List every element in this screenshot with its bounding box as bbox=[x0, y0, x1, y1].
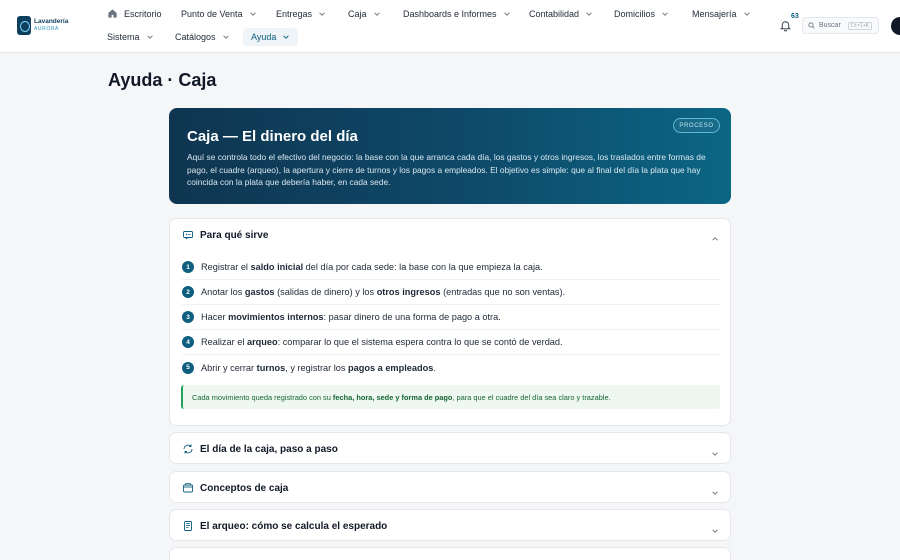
step-number: 3 bbox=[182, 311, 194, 323]
list-item: 1 Registrar el saldo inicial del día por… bbox=[182, 255, 720, 280]
hero-description: Aquí se controla todo el efectivo del ne… bbox=[187, 152, 706, 187]
chevron-down-icon[interactable] bbox=[711, 522, 719, 533]
refresh-icon bbox=[183, 444, 193, 454]
step-number: 5 bbox=[182, 361, 194, 374]
chevron-up-icon[interactable] bbox=[711, 230, 719, 241]
search-label: Buscar bbox=[819, 22, 841, 29]
list-item-text: Registrar el saldo inicial del día por c… bbox=[201, 262, 543, 272]
chevron-down-icon bbox=[249, 10, 257, 18]
list-item-text: Realizar el arqueo: comparar lo que el s… bbox=[201, 337, 563, 347]
chevron-down-icon bbox=[222, 33, 230, 41]
nav-ayuda[interactable]: Ayuda bbox=[243, 28, 299, 46]
nav-mensajeria[interactable]: Mensajería bbox=[692, 5, 751, 23]
section-purpose-title: Para qué sirve bbox=[200, 229, 269, 241]
process-badge: PROCESO bbox=[673, 118, 720, 133]
chat-icon bbox=[183, 231, 193, 240]
list-item-text: Anotar los gastos (salidas de dinero) y … bbox=[201, 287, 566, 297]
home-icon bbox=[107, 8, 118, 21]
purpose-list: 1 Registrar el saldo inicial del día por… bbox=[182, 255, 720, 380]
section-concepts-title: Conceptos de caja bbox=[200, 482, 289, 494]
section-concepts-header[interactable]: Conceptos de caja bbox=[182, 472, 288, 504]
info-note-text: Cada movimiento queda registrado con su … bbox=[192, 392, 611, 402]
list-item-text: Hacer movimientos internos: pasar dinero… bbox=[201, 312, 501, 322]
nav-caja[interactable]: Caja bbox=[348, 5, 381, 23]
nav-ayuda-label: Ayuda bbox=[251, 32, 277, 42]
chevron-down-icon[interactable] bbox=[711, 445, 719, 456]
nav-contabilidad-label: Contabilidad bbox=[529, 9, 580, 19]
nav-entregas-label: Entregas bbox=[276, 9, 313, 19]
chevron-down-icon bbox=[282, 33, 290, 41]
hero-banner: Caja — El dinero del día Aquí se control… bbox=[169, 108, 731, 204]
section-purpose-header[interactable]: Para qué sirve bbox=[182, 219, 268, 251]
top-navbar: Lavandería AURORA Escritorio Punto de Ve… bbox=[0, 0, 900, 53]
nav-sistema[interactable]: Sistema bbox=[107, 28, 154, 46]
section-purpose: Para qué sirve 1 Registrar el saldo inic… bbox=[169, 218, 731, 426]
nav-punto-de-venta-label: Punto de Venta bbox=[181, 9, 243, 19]
section-arqueo-header[interactable]: El arqueo: cómo se calcula el esperado bbox=[182, 510, 387, 542]
section-arqueo[interactable]: El arqueo: cómo se calcula el esperado bbox=[169, 509, 731, 541]
nav-dashboards[interactable]: Dashboards e Informes bbox=[403, 5, 511, 23]
chevron-down-icon bbox=[318, 10, 326, 18]
chevron-down-icon bbox=[743, 10, 751, 18]
search-shortcut: Ctrl+K bbox=[847, 21, 872, 30]
notifications-button[interactable] bbox=[779, 19, 792, 32]
chevron-down-icon[interactable] bbox=[711, 484, 719, 495]
info-note: Cada movimiento queda registrado con su … bbox=[181, 385, 720, 409]
nav-punto-de-venta[interactable]: Punto de Venta bbox=[181, 5, 257, 23]
nav-domicilios-label: Domicilios bbox=[614, 9, 656, 19]
page-title: Ayuda · Caja bbox=[108, 70, 217, 90]
brand-sub: AURORA bbox=[34, 25, 59, 32]
chevron-down-icon bbox=[146, 33, 154, 41]
nav-escritorio[interactable]: Escritorio bbox=[107, 5, 162, 23]
section-concepts[interactable]: Conceptos de caja bbox=[169, 471, 731, 503]
list-item-text: Abrir y cerrar turnos, y registrar los p… bbox=[201, 362, 436, 373]
nav-contabilidad[interactable]: Contabilidad bbox=[529, 5, 593, 23]
bell-icon bbox=[779, 21, 792, 32]
search-icon bbox=[808, 22, 815, 29]
calculator-icon bbox=[184, 521, 192, 531]
section-arqueo-title: El arqueo: cómo se calcula el esperado bbox=[200, 520, 388, 532]
notification-count-badge: 63 bbox=[791, 13, 799, 20]
nav-sistema-label: Sistema bbox=[107, 32, 140, 42]
brand-logo[interactable]: Lavandería AURORA bbox=[17, 16, 68, 35]
step-number: 4 bbox=[182, 336, 194, 348]
hero-title: Caja — El dinero del día bbox=[187, 128, 358, 145]
list-item: 4 Realizar el arqueo: comparar lo que el… bbox=[182, 330, 720, 355]
chevron-down-icon bbox=[661, 10, 669, 18]
nav-dashboards-label: Dashboards e Informes bbox=[403, 9, 497, 19]
section-next[interactable] bbox=[169, 547, 731, 560]
list-item: 2 Anotar los gastos (salidas de dinero) … bbox=[182, 280, 720, 305]
nav-catalogos-label: Catálogos bbox=[175, 32, 216, 42]
list-item: 3 Hacer movimientos internos: pasar dine… bbox=[182, 305, 720, 330]
nav-mensajeria-label: Mensajería bbox=[692, 9, 737, 19]
section-day-header[interactable]: El día de la caja, paso a paso bbox=[182, 433, 338, 465]
nav-catalogos[interactable]: Catálogos bbox=[175, 28, 230, 46]
search-button[interactable]: Buscar Ctrl+K bbox=[802, 17, 879, 34]
brand-name: Lavandería bbox=[34, 18, 69, 26]
nav-entregas[interactable]: Entregas bbox=[276, 5, 326, 23]
avatar[interactable] bbox=[891, 17, 900, 35]
step-number: 2 bbox=[182, 286, 194, 298]
list-item: 5 Abrir y cerrar turnos, y registrar los… bbox=[182, 355, 720, 380]
chevron-down-icon bbox=[373, 10, 381, 18]
step-number: 1 bbox=[182, 261, 194, 273]
nav-caja-label: Caja bbox=[348, 9, 367, 19]
wallet-icon bbox=[183, 483, 193, 493]
section-day-title: El día de la caja, paso a paso bbox=[200, 443, 338, 455]
chevron-down-icon bbox=[503, 10, 511, 18]
chevron-down-icon bbox=[585, 10, 593, 18]
logo-icon bbox=[17, 16, 31, 35]
nav-domicilios[interactable]: Domicilios bbox=[614, 5, 669, 23]
nav-escritorio-label: Escritorio bbox=[124, 9, 162, 19]
section-day[interactable]: El día de la caja, paso a paso bbox=[169, 432, 731, 464]
